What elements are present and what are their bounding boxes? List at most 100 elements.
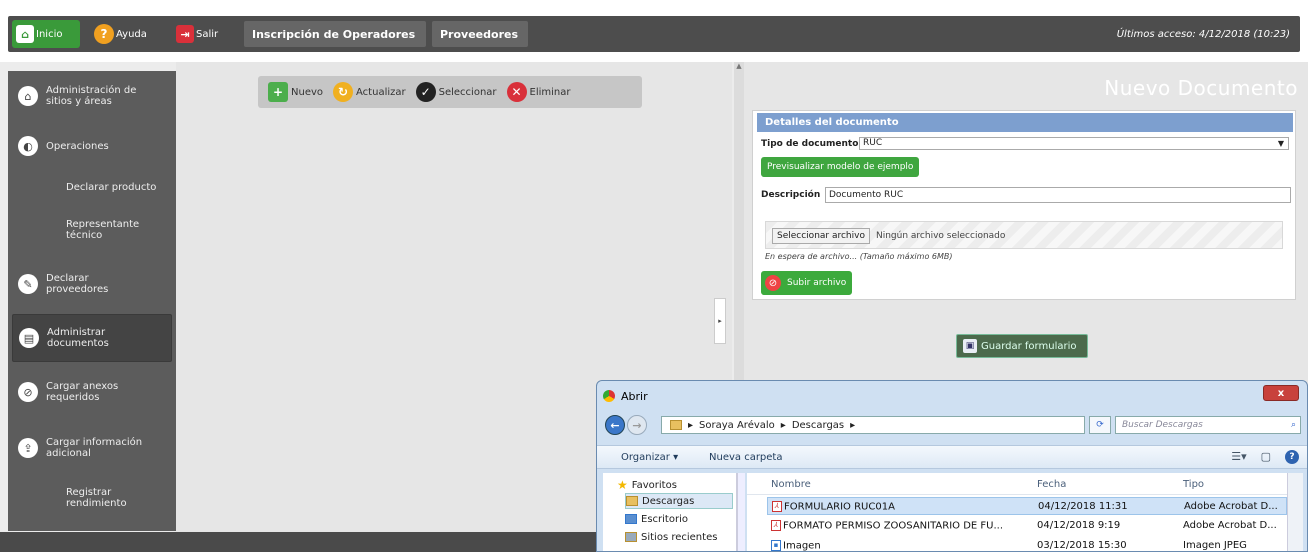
- help-icon: ?: [94, 24, 114, 44]
- panel-title: Detalles del documento: [757, 113, 1293, 132]
- file-row[interactable]: ⅄ FORMATO PERMISO ZOOSANITARIO DE FU... 0…: [767, 517, 1287, 535]
- tipo-row: Tipo de documento: [761, 139, 858, 149]
- new-folder-button[interactable]: Nueva carpeta: [709, 452, 782, 463]
- save-form-button[interactable]: ▣ Guardar formulario: [956, 334, 1088, 358]
- image-file-icon: ▪: [771, 540, 781, 551]
- file-status-text: Ningún archivo seleccionado: [876, 231, 1006, 241]
- ayuda-button[interactable]: ? Ayuda: [94, 20, 147, 48]
- top-area: ⌂ Inicio ? Ayuda ⇥ Salir Inscripción de …: [0, 0, 1308, 62]
- sidebar-item-sublabel: documentos: [47, 338, 109, 349]
- description-input[interactable]: Documento RUC: [825, 187, 1291, 203]
- sidebar: ⌂ Administración de sitios y áreas ◐ Oper…: [8, 71, 176, 531]
- file-type: Adobe Acrobat D...: [1184, 501, 1278, 512]
- select-icon: ✓: [415, 82, 436, 102]
- search-input[interactable]: Buscar Descargas ⌕: [1115, 416, 1301, 434]
- sidebar-item-cargar-informacion[interactable]: ⇪ Cargar información adicional: [12, 433, 172, 463]
- actualizar-label: Actualizar: [356, 86, 406, 98]
- desc-row: Descripción: [761, 190, 820, 200]
- search-icon: ⌕: [1290, 420, 1296, 430]
- folder-icon: [670, 420, 682, 430]
- breadcrumb-user[interactable]: Soraya Arévalo: [699, 420, 775, 431]
- navigation-pane: ★ Favoritos Descargas Escritorio Sitios …: [603, 473, 737, 551]
- sidebar-item-sublabel: sitios y áreas: [46, 96, 112, 107]
- address-row: ← → ▸ Soraya Arévalo ▸ Descargas ▸ ⟳ Bus…: [603, 413, 1303, 437]
- tipo-select[interactable]: RUC ▼: [859, 137, 1289, 150]
- sidebar-item-cargar-anexos[interactable]: ⊘ Cargar anexos requeridos: [12, 377, 172, 407]
- upload-info-icon: ⇪: [18, 438, 38, 458]
- breadcrumb-sep-icon: ▸: [850, 419, 856, 431]
- nav-descargas[interactable]: Descargas: [625, 493, 733, 509]
- pdf-icon: ⅄: [772, 501, 782, 512]
- help-icon[interactable]: ?: [1285, 450, 1299, 464]
- file-row[interactable]: ▪ Imagen 03/12/2018 15:30 Imagen JPEG: [767, 537, 1287, 552]
- nav-label: Favoritos: [631, 479, 677, 491]
- eliminar-button[interactable]: ✕ Eliminar: [506, 82, 571, 102]
- column-tipo[interactable]: Tipo: [1183, 479, 1204, 490]
- nuevo-button[interactable]: + Nuevo: [268, 82, 323, 102]
- panel-splitter-handle[interactable]: ▸: [714, 298, 726, 344]
- open-file-dialog: Abrir x ← → ▸ Soraya Arévalo ▸ Descargas…: [596, 380, 1308, 552]
- plus-icon: +: [268, 82, 288, 102]
- sidebar-item-label: Administrar: [47, 327, 106, 338]
- refresh-icon[interactable]: ⟳: [1089, 416, 1111, 434]
- view-mode-icon[interactable]: ☰▾: [1231, 450, 1246, 464]
- floppy-disk-icon: ▣: [963, 339, 977, 353]
- back-arrow-icon[interactable]: ←: [605, 415, 625, 435]
- sidebar-item-declarar-proveedores[interactable]: ✎ Declarar proveedores: [12, 269, 172, 299]
- file-date: 03/12/2018 15:30: [1037, 540, 1127, 551]
- exit-icon: ⇥: [176, 25, 194, 43]
- file-name: FORMULARIO RUC01A: [784, 501, 895, 513]
- upload-wait-text: En espera de archivo... (Tamaño máximo 6…: [765, 252, 953, 261]
- sitemap-icon: ⌂: [18, 86, 38, 106]
- organizar-button[interactable]: Organizar ▾: [621, 452, 678, 463]
- nav-sitios-recientes[interactable]: Sitios recientes: [625, 529, 741, 545]
- tipo-select-value: RUC: [863, 138, 883, 148]
- folder-icon: [626, 496, 638, 506]
- nav-escritorio[interactable]: Escritorio: [625, 511, 741, 527]
- breadcrumb-descargas[interactable]: Descargas: [792, 420, 844, 431]
- column-nombre[interactable]: Nombre: [771, 479, 811, 490]
- breadcrumb-sep-icon: ▸: [688, 419, 694, 431]
- actualizar-button[interactable]: ↻ Actualizar: [333, 82, 406, 102]
- view-controls: ☰▾ ▢ ?: [1231, 450, 1299, 464]
- scroll-up-arrow-icon[interactable]: ▲: [734, 62, 744, 74]
- sidebar-item-representante[interactable]: Representante técnico: [12, 219, 172, 245]
- star-icon: ★: [617, 478, 628, 492]
- supplier-icon: ✎: [18, 274, 38, 294]
- file-list: Nombre Fecha Tipo ⅄ FORMULARIO RUC01A 04/…: [747, 473, 1287, 552]
- close-dialog-button[interactable]: x: [1263, 385, 1299, 401]
- column-fecha[interactable]: Fecha: [1037, 479, 1066, 490]
- sidebar-item-registrar-rendimiento[interactable]: Registrar rendimiento: [12, 487, 172, 513]
- desc-label: Descripción: [761, 190, 821, 200]
- sidebar-item-label: Administración de: [46, 85, 137, 96]
- sidebar-item-operaciones[interactable]: ◐ Operaciones: [12, 135, 172, 157]
- sidebar-item-sublabel: rendimiento: [66, 498, 127, 509]
- attach-icon: ⊘: [765, 275, 781, 291]
- preview-pane-icon[interactable]: ▢: [1261, 450, 1271, 464]
- tab-proveedores[interactable]: Proveedores: [432, 21, 528, 47]
- address-bar[interactable]: ▸ Soraya Arévalo ▸ Descargas ▸: [661, 416, 1085, 434]
- file-date: 04/12/2018 11:31: [1038, 501, 1128, 512]
- nav-pane-scrollbar[interactable]: [737, 473, 745, 551]
- inicio-button[interactable]: ⌂ Inicio: [12, 20, 80, 48]
- salir-button[interactable]: ⇥ Salir: [176, 20, 218, 48]
- sidebar-item-declarar-producto[interactable]: Declarar producto: [12, 177, 172, 197]
- nav-label: Escritorio: [641, 513, 688, 525]
- seleccionar-button[interactable]: ✓ Seleccionar: [415, 82, 497, 102]
- file-row[interactable]: ⅄ FORMULARIO RUC01A 04/12/2018 11:31 Adob…: [767, 497, 1287, 515]
- file-type: Adobe Acrobat D...: [1183, 520, 1277, 531]
- file-list-scrollbar[interactable]: [1287, 473, 1303, 551]
- preview-model-button[interactable]: Previsualizar modelo de ejemplo: [761, 157, 920, 177]
- tab-inscripcion[interactable]: Inscripción de Operadores: [244, 21, 426, 47]
- file-name: Imagen: [783, 540, 821, 552]
- upload-file-button[interactable]: ⊘ Subir archivo: [761, 271, 853, 295]
- sidebar-item-sitios[interactable]: ⌂ Administración de sitios y áreas: [12, 83, 172, 109]
- sidebar-item-administrar-documentos[interactable]: ▤ Administrar documentos: [12, 314, 172, 362]
- attachment-icon: ⊘: [18, 382, 38, 402]
- sidebar-item-sublabel: adicional: [46, 448, 91, 459]
- choose-file-button[interactable]: Seleccionar archivo: [772, 228, 870, 244]
- main-navbar: ⌂ Inicio ? Ayuda ⇥ Salir Inscripción de …: [8, 16, 1300, 52]
- ayuda-label: Ayuda: [116, 28, 147, 40]
- nav-favoritos[interactable]: ★ Favoritos: [617, 477, 733, 493]
- forward-arrow-icon[interactable]: →: [627, 415, 647, 435]
